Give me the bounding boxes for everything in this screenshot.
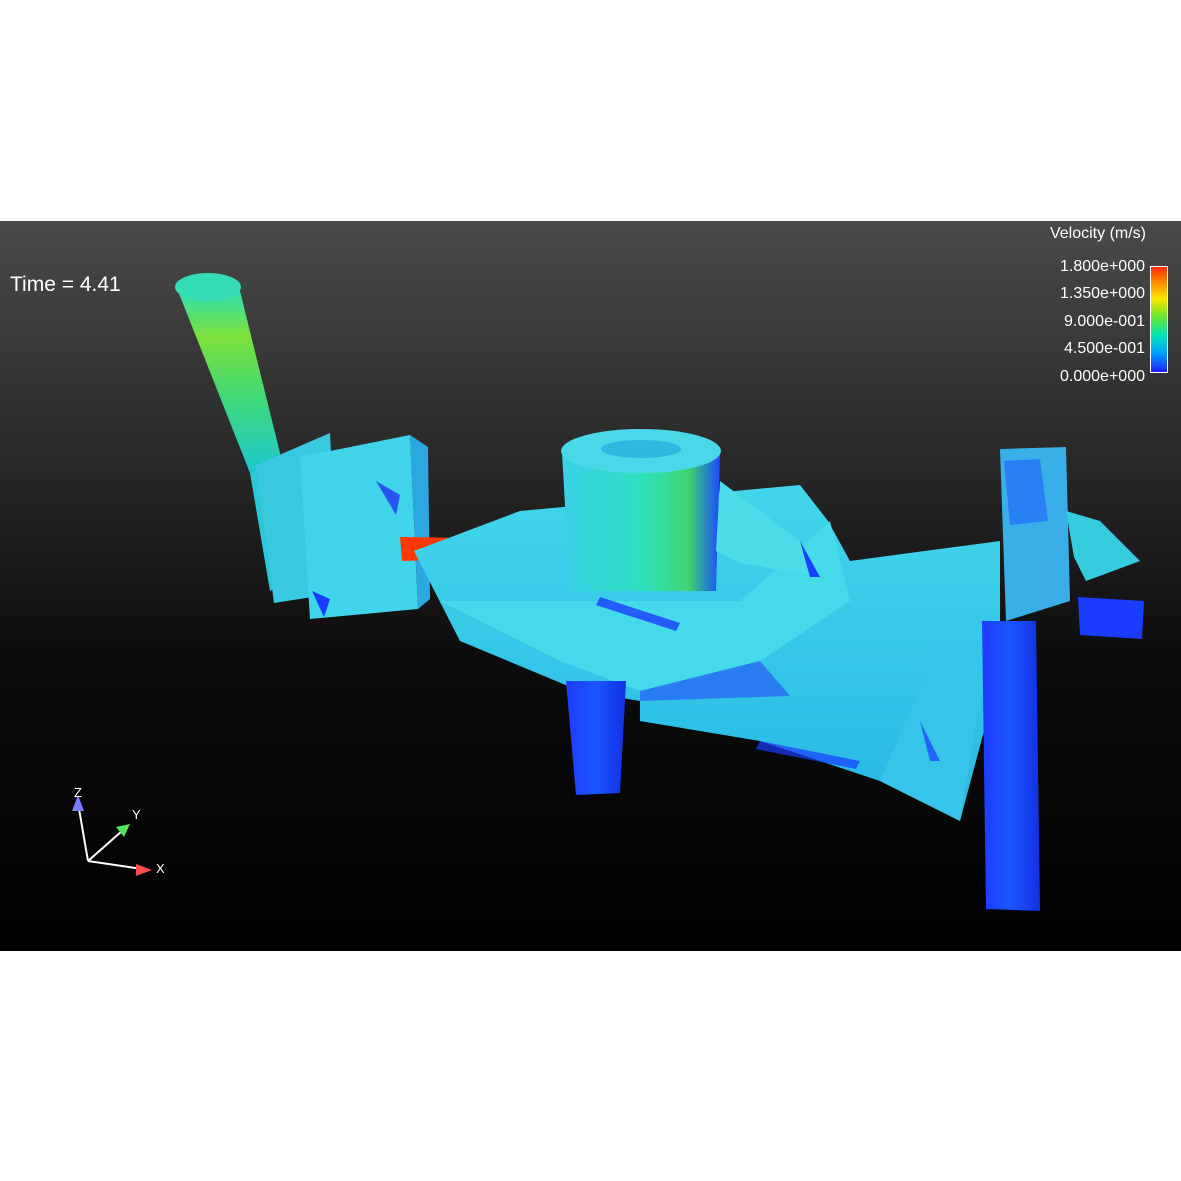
render-viewport[interactable]: Time = 4.41 Velocity (m/s) 1.800e+000 1.…	[0, 221, 1181, 951]
left-leg	[566, 681, 626, 795]
right-riser	[982, 447, 1144, 911]
y-axis-label: Y	[132, 807, 141, 822]
z-axis-label: Z	[74, 785, 82, 800]
orientation-axes: Z Y X	[60, 781, 180, 881]
y-axis-line	[87, 830, 123, 862]
x-axis-arrow	[136, 864, 152, 876]
x-axis-line	[87, 860, 143, 870]
z-axis-line	[77, 802, 89, 862]
x-axis-label: X	[156, 861, 165, 876]
gate-block	[256, 433, 430, 619]
